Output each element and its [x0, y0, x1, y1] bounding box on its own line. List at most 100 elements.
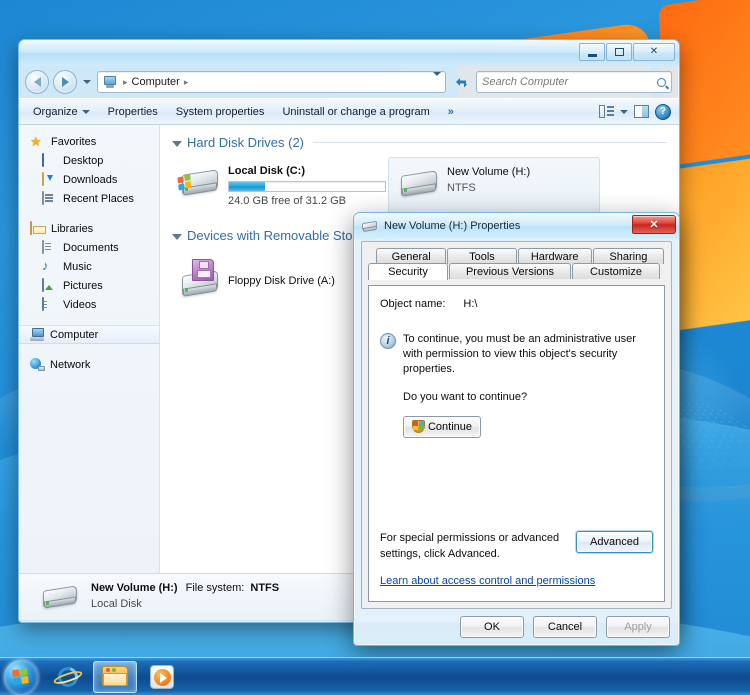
apply-button[interactable]: Apply: [606, 616, 670, 638]
start-button[interactable]: [4, 659, 38, 694]
tab-row-2: Security Previous Versions Customize: [368, 263, 665, 280]
dialog-title-bar[interactable]: New Volume (H:) Properties ✕: [354, 213, 679, 239]
hard-drive-icon: [361, 220, 379, 233]
sidebar-item-network-label: Network: [50, 358, 91, 371]
group-title-hard-disk-drives: Hard Disk Drives (2): [187, 135, 305, 150]
sidebar-item-videos-label: Videos: [63, 298, 97, 311]
computer-icon: [102, 75, 118, 89]
tab-customize[interactable]: Customize: [572, 263, 660, 279]
collapse-triangle-icon-2[interactable]: [172, 233, 182, 240]
forward-arrow-icon[interactable]: [53, 70, 77, 94]
sidebar-item-desktop-label: Desktop: [63, 154, 104, 167]
history-dropdown-icon[interactable]: [81, 80, 93, 84]
sidebar-group-favorites-label: Favorites: [51, 135, 97, 148]
continue-button[interactable]: Continue: [403, 415, 481, 438]
sidebar-group-libraries[interactable]: Libraries: [19, 219, 159, 238]
uac-shield-icon: [411, 420, 425, 434]
folder-icon: [102, 666, 128, 687]
object-name-row: Object name: H:\: [380, 298, 653, 310]
sidebar-item-downloads[interactable]: Downloads: [19, 170, 159, 189]
close-button[interactable]: ✕: [633, 43, 675, 61]
drive-filesystem-new-volume-h: NTFS: [447, 182, 476, 194]
system-properties-button[interactable]: System properties: [168, 102, 273, 122]
navigation-pane: ★ Favorites Desktop Downloads Recent Pla…: [19, 125, 160, 573]
search-input[interactable]: Search Computer: [476, 71, 672, 93]
explorer-title-bar[interactable]: ✕: [19, 40, 679, 66]
sidebar-item-recent-places-label: Recent Places: [63, 192, 134, 205]
group-header-hard-disk-drives[interactable]: Hard Disk Drives (2): [160, 135, 679, 150]
preview-pane-icon[interactable]: [634, 105, 649, 118]
overflow-chevron-button[interactable]: »: [440, 102, 462, 122]
drive-tile-local-disk-c[interactable]: Local Disk (C:) 24.0 GB free of 31.2 GB: [170, 157, 386, 214]
dialog-close-button[interactable]: ✕: [632, 215, 676, 234]
breadcrumb-separator-2[interactable]: ▸: [182, 77, 191, 88]
navigation-bar: ▸ Computer ▸ Search Computer: [19, 66, 679, 98]
tab-hardware[interactable]: Hardware: [517, 248, 592, 264]
taskbar-windows-explorer-button[interactable]: [93, 660, 137, 693]
sidebar-item-music-label: Music: [63, 260, 92, 273]
security-tab-panel: Object name: H:\ i To continue, you must…: [368, 285, 665, 602]
continue-question-text: Do you want to continue?: [403, 390, 528, 403]
sidebar-item-videos[interactable]: Videos: [19, 295, 159, 314]
tab-general[interactable]: General: [376, 248, 447, 264]
media-player-icon: [150, 664, 174, 689]
sidebar-item-computer[interactable]: Computer: [19, 325, 159, 344]
videos-icon: [42, 296, 58, 312]
collapse-triangle-icon[interactable]: [172, 140, 182, 147]
refresh-button[interactable]: [450, 71, 472, 93]
window-controls: ✕: [579, 43, 675, 61]
network-icon: [30, 358, 45, 371]
minimize-button[interactable]: [579, 43, 605, 61]
sidebar-item-pictures-label: Pictures: [63, 279, 103, 292]
recent-places-icon: [42, 190, 58, 206]
libraries-icon: [30, 220, 46, 236]
uninstall-or-change-program-button[interactable]: Uninstall or change a program: [274, 102, 437, 122]
group-rule: [313, 142, 667, 143]
sidebar-item-documents[interactable]: Documents: [19, 238, 159, 257]
dialog-title: New Volume (H:) Properties: [384, 220, 521, 232]
address-dropdown-icon[interactable]: [433, 72, 441, 88]
properties-button[interactable]: Properties: [100, 102, 166, 122]
organize-label: Organize: [33, 105, 78, 118]
drive-tile-floppy-a[interactable]: Floppy Disk Drive (A:): [170, 250, 382, 304]
permissions-help-text: For special permissions or advanced sett…: [380, 532, 560, 560]
command-bar: Organize Properties System properties Un…: [19, 98, 679, 125]
tab-sharing[interactable]: Sharing: [592, 248, 664, 264]
sidebar-item-music[interactable]: ♪ Music: [19, 257, 159, 276]
sidebar-group-libraries-label: Libraries: [51, 222, 94, 235]
taskbar-media-player-button[interactable]: [140, 661, 184, 693]
properties-dialog: New Volume (H:) Properties ✕ General Too…: [353, 212, 680, 646]
sidebar-group-favorites[interactable]: ★ Favorites: [19, 132, 159, 151]
cancel-button[interactable]: Cancel: [533, 616, 597, 638]
system-hard-drive-icon: [177, 166, 220, 200]
advanced-button[interactable]: Advanced: [576, 531, 653, 554]
sidebar-item-recent-places[interactable]: Recent Places: [19, 189, 159, 208]
tab-strip: General Tools Hardware Sharing Security …: [368, 248, 665, 281]
drive-name-floppy-a: Floppy Disk Drive (A:): [228, 275, 335, 287]
drive-tile-new-volume-h[interactable]: New Volume (H:) NTFS: [388, 157, 600, 214]
breadcrumb-computer[interactable]: Computer: [130, 76, 182, 88]
sidebar-item-desktop[interactable]: Desktop: [19, 151, 159, 170]
help-icon[interactable]: ?: [655, 103, 671, 120]
breadcrumb-separator-1: ▸: [123, 76, 128, 87]
drive-capacity-text: 24.0 GB free of 31.2 GB: [228, 195, 347, 207]
tab-previous-versions[interactable]: Previous Versions: [449, 263, 571, 279]
view-chevron-down-icon[interactable]: [620, 109, 628, 114]
maximize-button[interactable]: [606, 43, 632, 61]
change-view-icon[interactable]: [599, 105, 614, 118]
address-bar[interactable]: ▸ Computer ▸: [97, 71, 446, 93]
ok-button[interactable]: OK: [460, 616, 524, 638]
search-icon: [655, 75, 668, 89]
internet-explorer-icon: [52, 662, 84, 691]
back-arrow-icon[interactable]: [25, 70, 49, 94]
desktop-icon: [42, 152, 58, 168]
drive-name-local-disk-c: Local Disk (C:): [228, 165, 306, 177]
access-control-link[interactable]: Learn about access control and permissio…: [380, 575, 595, 587]
taskbar-internet-explorer-button[interactable]: [46, 661, 90, 693]
sidebar-item-network[interactable]: Network: [19, 355, 159, 374]
organize-button[interactable]: Organize: [25, 102, 98, 122]
object-name-label: Object name:: [380, 298, 446, 310]
sidebar-item-pictures[interactable]: Pictures: [19, 276, 159, 295]
tab-tools[interactable]: Tools: [447, 248, 517, 264]
tab-security[interactable]: Security: [368, 263, 448, 280]
